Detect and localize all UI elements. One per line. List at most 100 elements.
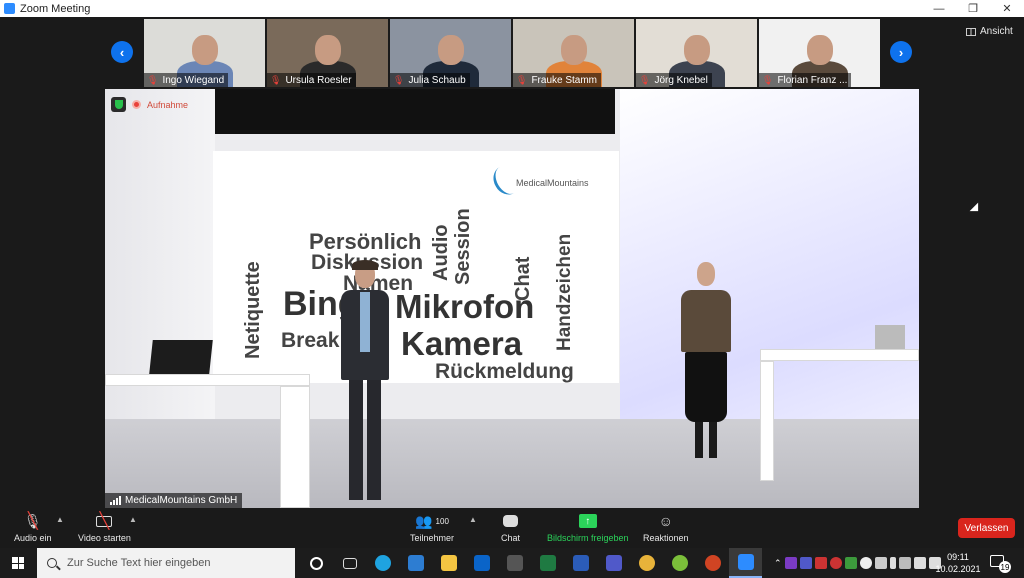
teams-tray-icon[interactable] — [799, 557, 812, 569]
taskbar-app-button[interactable] — [729, 548, 762, 578]
security-shield-icon[interactable] — [111, 97, 126, 112]
laptop-right — [875, 325, 905, 349]
participant-head — [314, 35, 341, 65]
participant-name: Florian Franz ... — [777, 74, 848, 86]
word-cloud-word: Audio — [430, 224, 452, 281]
window-title: Zoom Meeting — [20, 2, 91, 15]
search-placeholder: Zur Suche Text hier eingeben — [67, 557, 211, 569]
taskbar-app-button[interactable] — [300, 548, 333, 578]
next-page-button[interactable]: › — [890, 41, 912, 63]
previous-page-button[interactable]: ‹ — [111, 41, 133, 63]
desk-right-leg — [760, 361, 774, 481]
participants-options-caret-icon[interactable]: ▲ — [469, 515, 477, 524]
microphone-tray-icon[interactable] — [889, 557, 896, 569]
chat-button[interactable]: Chat — [501, 512, 520, 543]
taskbar-app-button[interactable] — [531, 548, 564, 578]
laptop-left — [149, 340, 213, 374]
speaker-name: MedicalMountains GmbH — [125, 495, 238, 506]
taskbar-app-button[interactable] — [597, 548, 630, 578]
window-titlebar: Zoom Meeting — ❐ ✕ — [0, 0, 1024, 17]
reactions-button[interactable]: ☺ Reaktionen — [643, 512, 689, 543]
share-screen-button[interactable]: ↑ Bildschirm freigeben — [547, 512, 629, 543]
participant-name: Ingo Wiegand — [162, 74, 225, 86]
participant-tile[interactable]: 🎙 Ingo Wiegand — [144, 19, 265, 87]
video-label: Video starten — [78, 533, 131, 543]
word-cloud-word: Kamera — [401, 325, 523, 362]
logo-text: MedicalMountains — [516, 178, 589, 188]
audio-button[interactable]: 🎙 ╲ Audio ein — [14, 512, 52, 544]
taskbar-app-button[interactable] — [630, 548, 663, 578]
taskbar-app-button[interactable] — [465, 548, 498, 578]
sync-tray-icon[interactable] — [844, 557, 857, 569]
microphone-muted-icon: 🎙 — [270, 74, 282, 85]
meeting-toolbar: 🎙 ╲ Audio ein ▲ ╲ Video starten ▲ 👥 100 Te… — [0, 508, 1024, 548]
windows-taskbar: Zur Suche Text hier eingeben ⌃ 09:11 10.… — [0, 548, 1024, 578]
chat-bubble-icon — [503, 512, 518, 530]
word-cloud-word: Chat — [512, 256, 534, 301]
participant-tile[interactable]: 🎙 Jörg Knebel — [636, 19, 757, 87]
participant-name-label: 🎙 Ursula Roesler — [267, 73, 356, 87]
restore-button[interactable]: ❐ — [956, 0, 990, 17]
zoom-logo-icon — [4, 3, 15, 14]
start-button[interactable] — [0, 548, 36, 578]
app-tray-icon[interactable] — [829, 557, 842, 569]
participant-name-label: 🎙 Ingo Wiegand — [144, 73, 229, 87]
participant-head — [191, 35, 218, 65]
participant-name: Frauke Stamm — [531, 74, 598, 86]
clock-date: 10.02.2021 — [935, 564, 981, 574]
participant-name: Ursula Roesler — [285, 74, 352, 86]
presenter-male — [341, 260, 389, 508]
active-speaker-video[interactable]: MedicalMountains Persönlich Diskussion N… — [105, 89, 919, 508]
participants-button[interactable]: 👥 100 Teilnehmer — [410, 512, 454, 544]
security-tray-icon[interactable] — [814, 557, 827, 569]
system-tray: ⌃ — [774, 548, 941, 578]
chat-label: Chat — [501, 533, 521, 543]
tray-overflow-chevron-icon[interactable]: ⌃ — [774, 558, 782, 569]
taskbar-search-box[interactable]: Zur Suche Text hier eingeben — [37, 548, 295, 578]
video-options-caret-icon[interactable]: ▲ — [129, 515, 137, 524]
word-cloud-word: Rückmeldung — [435, 360, 574, 383]
notification-count-badge: 19 — [999, 561, 1011, 573]
word-cloud-word: Break — [281, 329, 340, 352]
display-tray-icon[interactable] — [874, 557, 887, 569]
taskbar-app-button[interactable] — [498, 548, 531, 578]
task-view-icon — [342, 557, 357, 569]
taskbar-app-button[interactable] — [432, 548, 465, 578]
participant-name-label: 🎙 Florian Franz ... — [759, 73, 852, 87]
onenote-tray-icon[interactable] — [784, 557, 797, 569]
taskbar-app-button[interactable] — [366, 548, 399, 578]
battery-tray-icon[interactable] — [898, 557, 911, 569]
participant-tile[interactable]: 🎙 Ursula Roesler — [267, 19, 388, 87]
vpn-icon — [506, 555, 523, 571]
close-button[interactable]: ✕ — [990, 0, 1024, 17]
audio-options-caret-icon[interactable]: ▲ — [56, 515, 64, 524]
taskbar-app-button[interactable] — [564, 548, 597, 578]
taskbar-pinned-apps — [300, 548, 762, 578]
taskbar-clock[interactable]: 09:11 10.02.2021 — [935, 551, 981, 575]
word-icon — [572, 555, 589, 571]
participant-tile[interactable]: 🎙 Florian Franz ... — [759, 19, 880, 87]
desk-left-top — [105, 374, 310, 386]
chrome-icon — [638, 555, 655, 571]
network-tray-icon[interactable] — [913, 557, 926, 569]
taskbar-app-button[interactable] — [696, 548, 729, 578]
taskbar-app-button[interactable] — [333, 548, 366, 578]
participant-name: Jörg Knebel — [654, 74, 708, 86]
recording-label: Aufnahme — [147, 99, 189, 110]
onedrive-tray-icon[interactable] — [859, 557, 872, 569]
powerpoint-icon — [704, 555, 721, 571]
participant-tile[interactable]: 🎙 Frauke Stamm — [513, 19, 634, 87]
leave-button[interactable]: Verlassen — [958, 518, 1015, 538]
taskbar-app-button[interactable] — [663, 548, 696, 578]
microphone-muted-icon: 🎙 — [393, 74, 405, 85]
app-y-icon — [671, 555, 688, 571]
search-icon — [47, 558, 57, 568]
minimize-button[interactable]: — — [922, 0, 956, 17]
view-button[interactable]: Ansicht — [966, 26, 1013, 37]
meeting-area: ‹ 🎙 Ingo Wiegand 🎙 Ursula Roesler 🎙 Julia Sch… — [0, 17, 1024, 508]
participant-tile[interactable]: 🎙 Julia Schaub — [390, 19, 511, 87]
video-button[interactable]: ╲ Video starten — [78, 512, 131, 543]
edge-icon — [374, 555, 391, 571]
taskbar-app-button[interactable] — [399, 548, 432, 578]
recording-dot-icon — [132, 100, 141, 109]
